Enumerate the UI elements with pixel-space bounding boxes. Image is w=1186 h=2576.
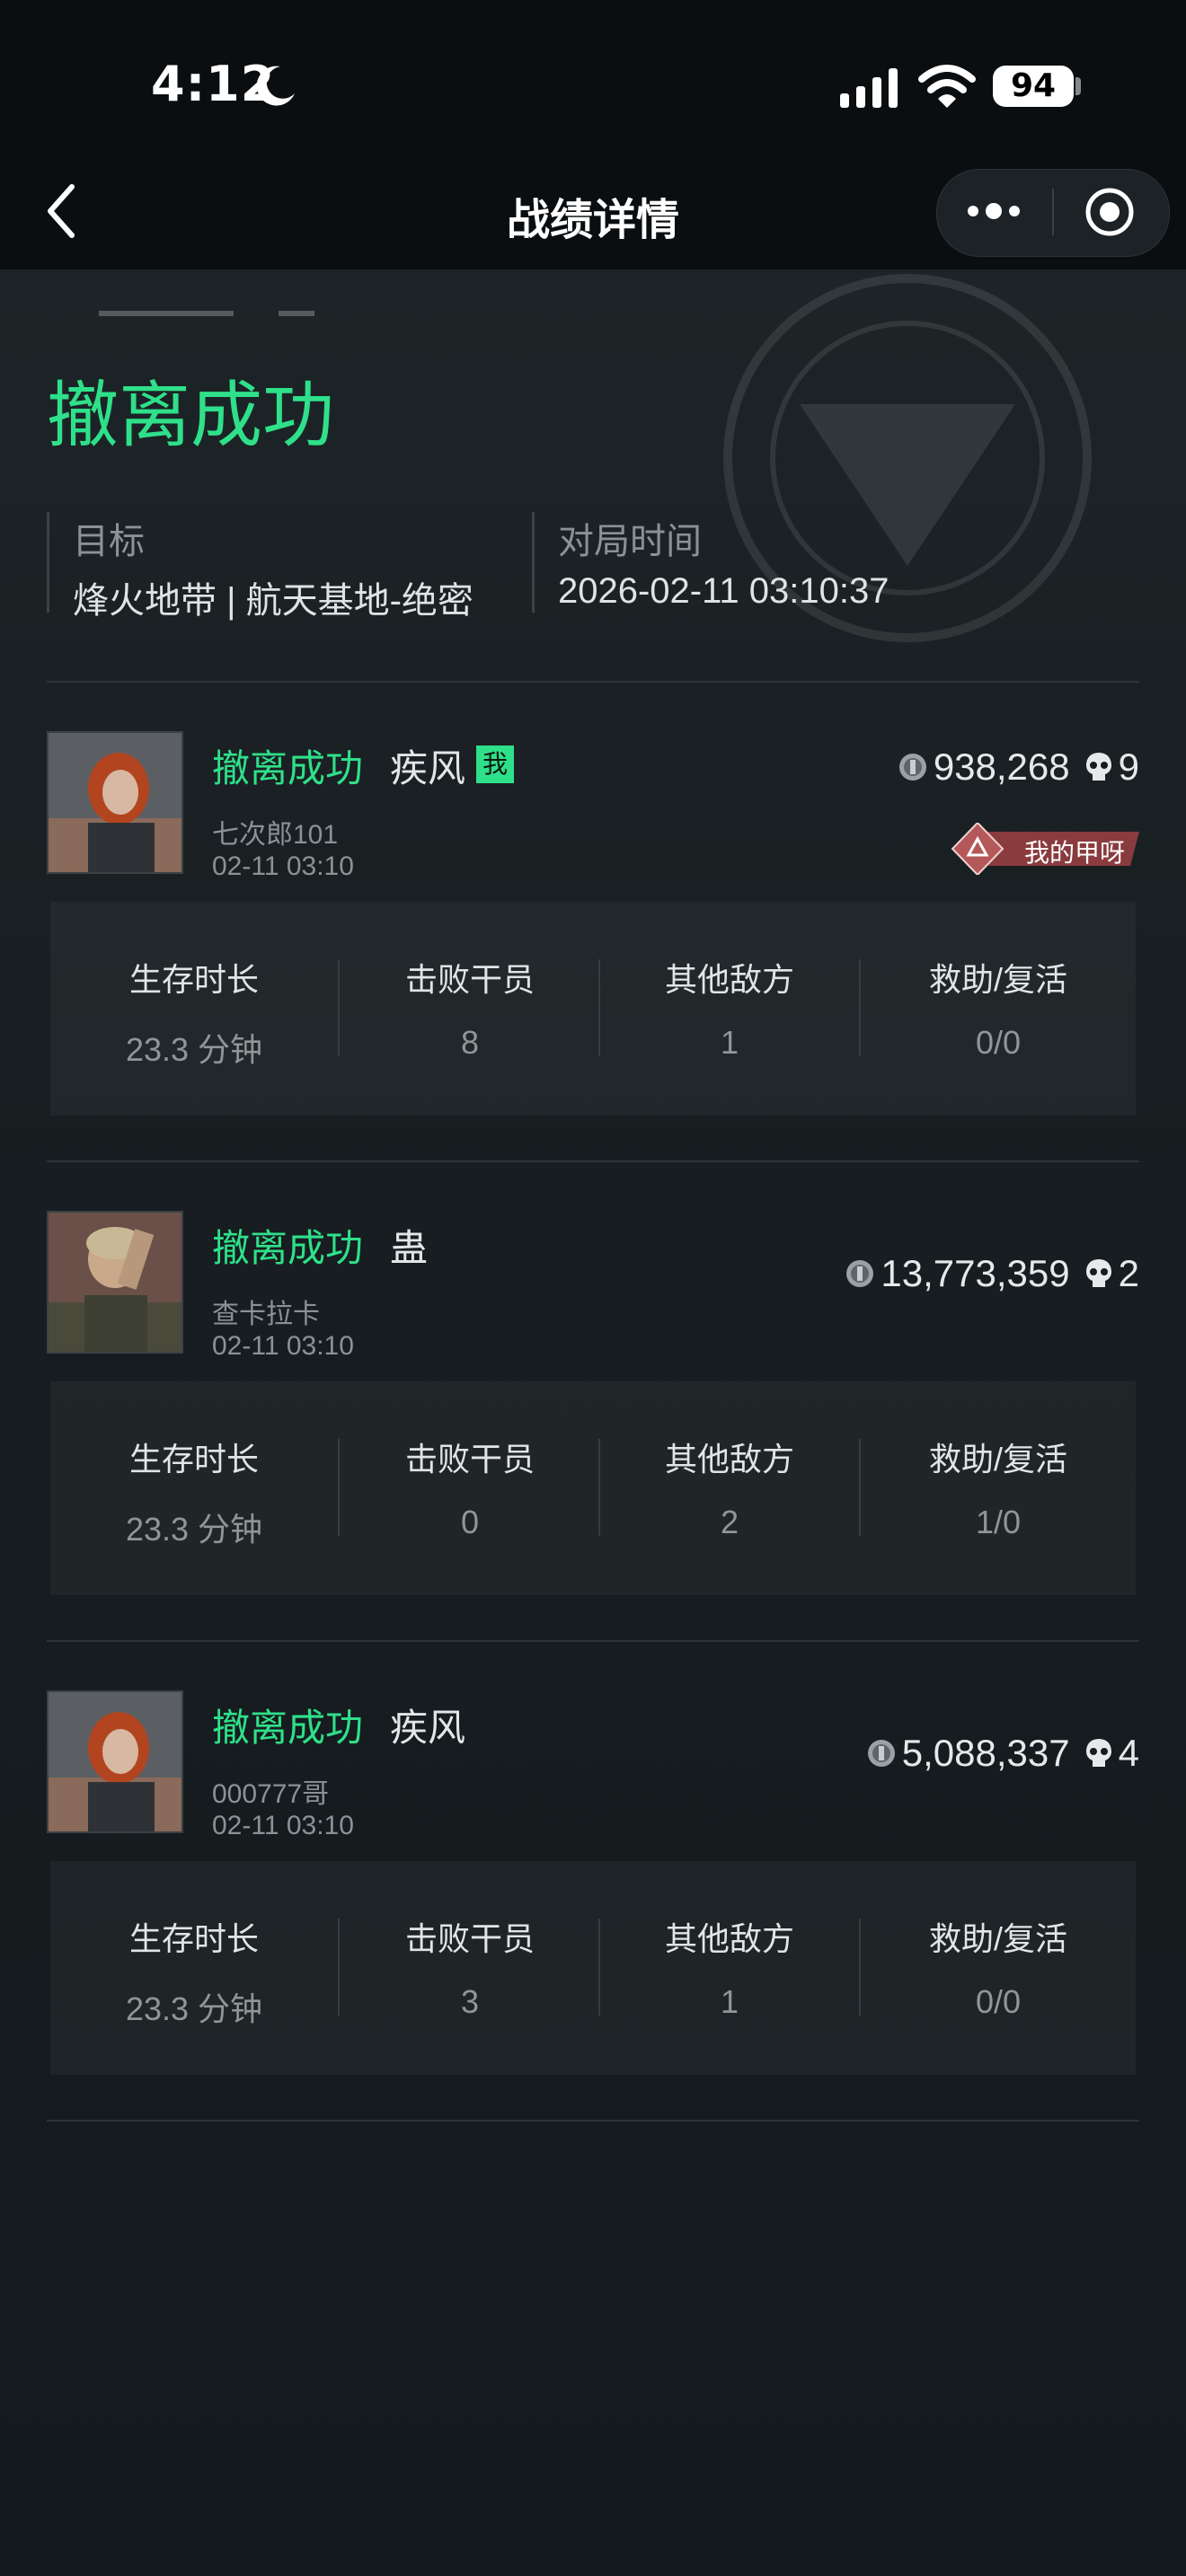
operator-name: 疾风 (390, 747, 466, 790)
stat-assist-revive: 救助/复活 1/0 (861, 1381, 1136, 1595)
moon-icon (256, 66, 295, 106)
player-status: 撤离成功 (212, 747, 364, 790)
stat-value: 23.3 分钟 (125, 1990, 263, 2027)
target-label: 目标 (73, 522, 145, 561)
stat-label: 其他敌方 (664, 1441, 794, 1478)
player-name: 查卡拉卡 (212, 1300, 320, 1329)
signal-icon (840, 68, 898, 108)
stat-label: 击败干员 (404, 961, 535, 998)
decorative-marks (99, 311, 314, 316)
stat-survival: 生存时长 23.3 分钟 (50, 902, 338, 1116)
player-card[interactable]: 撤离成功 疾风 000777哥 02-11 03:10 5,088,337 4 … (47, 1690, 1139, 2099)
kill-count: 4 (1118, 1732, 1139, 1774)
player-time: 02-11 03:10 (212, 851, 354, 881)
player-status: 撤离成功 (212, 1227, 364, 1269)
stat-survival: 生存时长 23.3 分钟 (50, 1381, 338, 1595)
asset-value: 13,773,359 (881, 1252, 1070, 1294)
operator-name: 疾风 (390, 1707, 466, 1749)
skull-icon (1085, 753, 1111, 781)
stat-value: 3 (460, 1983, 480, 2020)
stat-label: 其他敌方 (664, 961, 794, 998)
player-tag: 我的甲呀 (951, 823, 1139, 875)
coin-icon (867, 1740, 895, 1767)
player-status: 撤离成功 (212, 1707, 364, 1749)
value-summary: 13,773,359 2 (845, 1248, 1139, 1299)
capsule-divider (1052, 189, 1054, 235)
operator-avatar (47, 1211, 183, 1354)
player-card[interactable]: 撤离成功 疾风 我 七次郎101 02-11 03:10 938,268 9 我… (47, 731, 1139, 1140)
section-divider (47, 1640, 1139, 1642)
section-divider (47, 2120, 1139, 2122)
stat-value: 0/0 (975, 1024, 1022, 1061)
stat-label: 救助/复活 (928, 961, 1067, 998)
section-divider (47, 1160, 1139, 1162)
stats-panel: 生存时长 23.3 分钟 击败干员 8 其他敌方 1 救助/复活 0/0 (50, 902, 1136, 1116)
operator-avatar (47, 731, 183, 874)
value-summary: 5,088,337 4 (866, 1728, 1139, 1778)
skull-icon (1085, 1259, 1111, 1287)
stat-value: 1/0 (975, 1504, 1022, 1540)
target-icon[interactable] (1084, 186, 1136, 238)
stat-label: 生存时长 (128, 961, 259, 998)
stat-label: 其他敌方 (664, 1920, 794, 1957)
kill-count: 9 (1118, 745, 1139, 788)
stat-defeated-operators: 击败干员 3 (340, 1861, 600, 2075)
stats-panel: 生存时长 23.3 分钟 击败干员 0 其他敌方 2 救助/复活 1/0 (50, 1381, 1136, 1595)
stats-panel: 生存时长 23.3 分钟 击败干员 3 其他敌方 1 救助/复活 0/0 (50, 1861, 1136, 2075)
battery-nub (1075, 77, 1081, 95)
section-divider (47, 681, 1139, 683)
stat-other-enemies: 其他敌方 1 (600, 902, 859, 1116)
player-name: 七次郎101 (212, 820, 339, 850)
stat-other-enemies: 其他敌方 2 (600, 1381, 859, 1595)
stat-label: 击败干员 (404, 1920, 535, 1957)
player-time: 02-11 03:10 (212, 1331, 354, 1361)
target-info: 目标 烽火地带 | 航天基地-绝密 (47, 512, 517, 621)
more-dots-icon[interactable] (966, 199, 1022, 223)
player-card[interactable]: 撤离成功 蛊 查卡拉卡 02-11 03:10 13,773,359 2 生存时… (47, 1211, 1139, 1619)
skull-icon (1085, 1739, 1111, 1767)
value-summary: 938,268 9 (898, 742, 1139, 792)
match-time-info: 对局时间 2026-02-11 03:10:37 (532, 512, 1074, 613)
stat-value: 8 (460, 1024, 480, 1061)
player-tag-text: 我的甲呀 (1024, 839, 1126, 867)
battery-indicator: 94 (993, 66, 1074, 107)
stat-value: 1 (720, 1983, 739, 2020)
stat-value: 1 (720, 1024, 739, 1061)
stat-label: 救助/复活 (928, 1920, 1067, 1957)
stat-value: 0/0 (975, 1983, 1022, 2020)
stat-defeated-operators: 击败干员 0 (340, 1381, 600, 1595)
wifi-icon (918, 65, 976, 108)
stat-label: 生存时长 (128, 1441, 259, 1478)
player-time: 02-11 03:10 (212, 1811, 354, 1840)
stat-value: 23.3 分钟 (125, 1511, 263, 1548)
stat-value: 0 (460, 1504, 480, 1540)
stat-label: 救助/复活 (928, 1441, 1067, 1478)
stat-label: 生存时长 (128, 1920, 259, 1957)
match-time-value: 2026-02-11 03:10:37 (558, 571, 890, 611)
coin-icon (846, 1260, 874, 1287)
stat-assist-revive: 救助/复活 0/0 (861, 902, 1136, 1116)
stat-label: 击败干员 (404, 1441, 535, 1478)
asset-value: 5,088,337 (901, 1732, 1070, 1774)
target-value: 烽火地带 | 航天基地-绝密 (73, 581, 474, 621)
me-badge: 我 (476, 745, 514, 783)
asset-value: 938,268 (933, 745, 1070, 788)
stat-survival: 生存时长 23.3 分钟 (50, 1861, 338, 2075)
match-time-label: 对局时间 (558, 522, 702, 561)
stat-other-enemies: 其他敌方 1 (600, 1861, 859, 2075)
operator-name: 蛊 (390, 1227, 429, 1269)
coin-icon (898, 754, 926, 781)
stat-defeated-operators: 击败干员 8 (340, 902, 600, 1116)
kill-count: 2 (1118, 1252, 1139, 1294)
stat-assist-revive: 救助/复活 0/0 (861, 1861, 1136, 2075)
stat-value: 23.3 分钟 (125, 1031, 263, 1068)
result-headline: 撤离成功 (47, 374, 334, 457)
operator-avatar (47, 1690, 183, 1833)
stat-value: 2 (720, 1504, 739, 1540)
player-name: 000777哥 (212, 1779, 330, 1809)
